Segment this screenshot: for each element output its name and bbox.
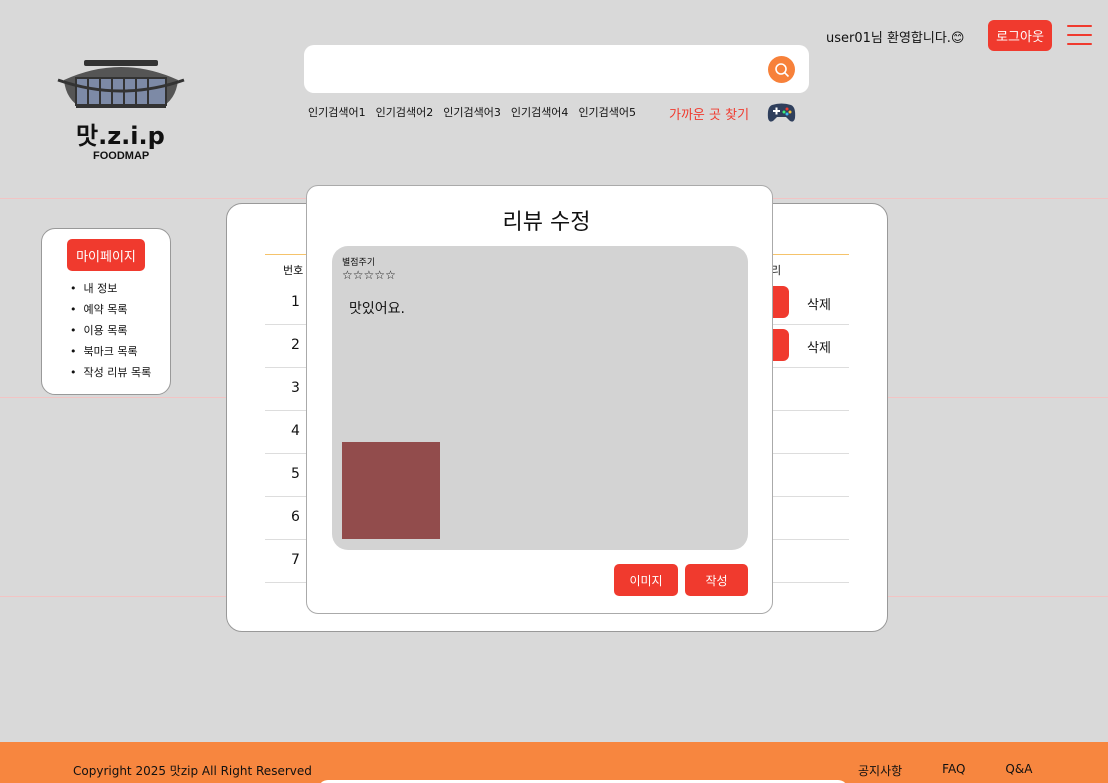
copyright-text: Copyright 2025 맛zip All Right Reserved — [73, 764, 312, 778]
sidebar-menu: 내 정보 예약 목록 이용 목록 북마크 목록 작성 리뷰 목록 — [70, 280, 152, 385]
popular-searches: 인기검색어1 인기검색어2 인기검색어3 인기검색어4 인기검색어5 — [308, 104, 636, 120]
sidebar-item-reservations[interactable]: 예약 목록 — [70, 301, 151, 317]
sidebar-item-my-reviews[interactable]: 작성 리뷰 목록 — [70, 364, 152, 380]
row-number: 7 — [291, 552, 300, 568]
row-number: 3 — [291, 380, 300, 396]
rating-label: 별점주기 — [342, 258, 376, 268]
row-number: 1 — [291, 294, 300, 310]
column-header-number: 번호 — [283, 264, 304, 277]
popular-search-item[interactable]: 인기검색어4 — [511, 104, 569, 120]
welcome-message: user01님 환영합니다.😊 — [826, 31, 965, 46]
footer-links: 공지사항 FAQ Q&A — [858, 762, 1032, 779]
nearby-link[interactable]: 가까운 곳 찾기 — [669, 104, 749, 123]
review-edit-modal: 리뷰 수정 별점주기 ☆☆☆☆☆ 맛있어요. 이미지 작성 — [306, 185, 773, 614]
sidebar-item-bookmarks[interactable]: 북마크 목록 — [70, 343, 151, 359]
search-button[interactable] — [768, 56, 795, 83]
hamburger-menu-icon[interactable] — [1067, 25, 1092, 47]
star-icon[interactable]: ☆ — [364, 268, 375, 282]
review-editor[interactable]: 별점주기 ☆☆☆☆☆ 맛있어요. — [332, 246, 748, 550]
popular-search-item[interactable]: 인기검색어3 — [443, 104, 501, 120]
logo-subtitle: FOODMAP — [93, 150, 150, 162]
row-number: 6 — [291, 509, 300, 525]
search-bar — [304, 45, 809, 93]
sidebar-item-usage[interactable]: 이용 목록 — [70, 322, 151, 338]
delete-button[interactable]: 삭제 — [807, 294, 831, 313]
logout-button[interactable]: 로그아웃 — [988, 20, 1052, 51]
mypage-title-button[interactable]: 마이페이지 — [67, 239, 145, 271]
submit-review-button[interactable]: 작성 — [685, 564, 748, 596]
modal-title: 리뷰 수정 — [502, 210, 591, 235]
review-image-thumbnail[interactable] — [342, 442, 440, 539]
mypage-sidebar: 마이페이지 내 정보 예약 목록 이용 목록 북마크 목록 작성 리뷰 목록 — [41, 228, 171, 395]
star-icon[interactable]: ☆ — [374, 268, 385, 282]
star-icon[interactable]: ☆ — [353, 268, 364, 282]
popular-search-item[interactable]: 인기검색어2 — [376, 104, 434, 120]
search-input[interactable] — [318, 55, 758, 83]
row-number: 4 — [291, 423, 300, 439]
search-icon — [774, 62, 789, 77]
logo-text: 맛.z.i.p — [76, 122, 165, 150]
row-number: 5 — [291, 466, 300, 482]
footer: Copyright 2025 맛zip All Right Reserved 공… — [0, 742, 1108, 783]
star-icon[interactable]: ☆ — [385, 268, 396, 282]
popular-search-item[interactable]: 인기검색어1 — [308, 104, 366, 120]
sidebar-item-my-info[interactable]: 내 정보 — [70, 280, 151, 296]
footer-link-qna[interactable]: Q&A — [1005, 762, 1032, 779]
review-text[interactable]: 맛있어요. — [349, 298, 405, 318]
star-rating: ☆☆☆☆☆ — [342, 268, 396, 282]
delete-button[interactable]: 삭제 — [807, 337, 831, 356]
image-upload-button[interactable]: 이미지 — [614, 564, 678, 596]
gamepad-icon[interactable] — [767, 102, 796, 124]
footer-link-notice[interactable]: 공지사항 — [858, 762, 902, 779]
star-icon[interactable]: ☆ — [342, 268, 353, 282]
row-number: 2 — [291, 337, 300, 353]
popular-search-item[interactable]: 인기검색어5 — [578, 104, 636, 120]
footer-link-faq[interactable]: FAQ — [942, 762, 965, 779]
